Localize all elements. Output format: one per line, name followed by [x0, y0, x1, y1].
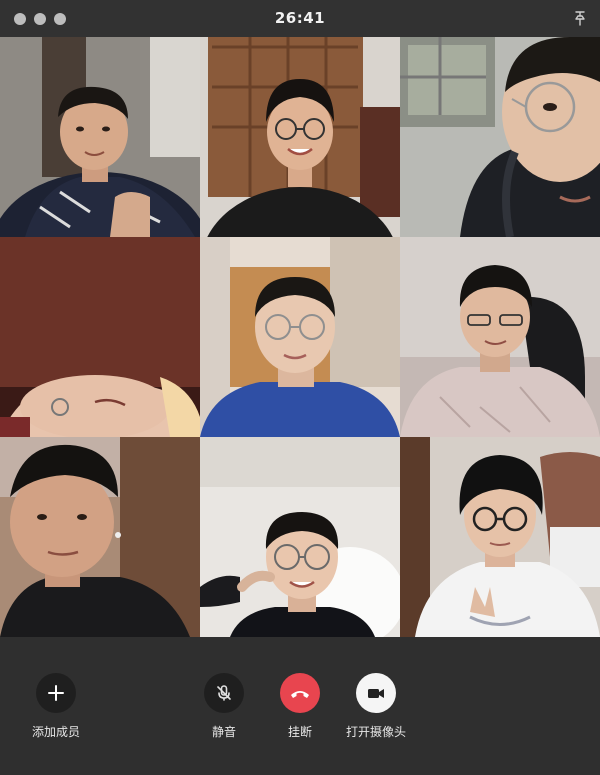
participant-video-tile[interactable]	[200, 237, 400, 437]
participant-video-tile[interactable]	[400, 37, 600, 237]
title-bar: 26:41	[0, 0, 600, 37]
call-controls-bar: 添加成员 静音 挂断 打开摄像头	[0, 637, 600, 775]
phone-hangup-icon	[280, 673, 320, 713]
open-camera-label: 打开摄像头	[345, 725, 406, 739]
call-timer: 26:41	[274, 9, 326, 27]
pin-icon[interactable]	[572, 10, 588, 26]
participant-video-tile[interactable]	[0, 437, 200, 637]
participant-video-grid	[0, 37, 600, 637]
video-call-window: 26:41 添加成员 静音 挂断 打开摄像头	[0, 0, 600, 775]
participant-video-tile[interactable]	[0, 237, 200, 437]
video-camera-icon	[356, 673, 396, 713]
participant-video-tile[interactable]	[400, 237, 600, 437]
microphone-muted-icon	[204, 673, 244, 713]
open-camera-button[interactable]: 打开摄像头	[331, 673, 421, 740]
plus-icon	[36, 673, 76, 713]
participant-video-tile[interactable]	[200, 37, 400, 237]
add-member-button[interactable]: 添加成员	[11, 673, 101, 740]
participant-video-tile[interactable]	[400, 437, 600, 637]
participant-video-tile[interactable]	[200, 437, 400, 637]
participant-video-tile[interactable]	[0, 37, 200, 237]
add-member-label: 添加成员	[31, 725, 80, 739]
